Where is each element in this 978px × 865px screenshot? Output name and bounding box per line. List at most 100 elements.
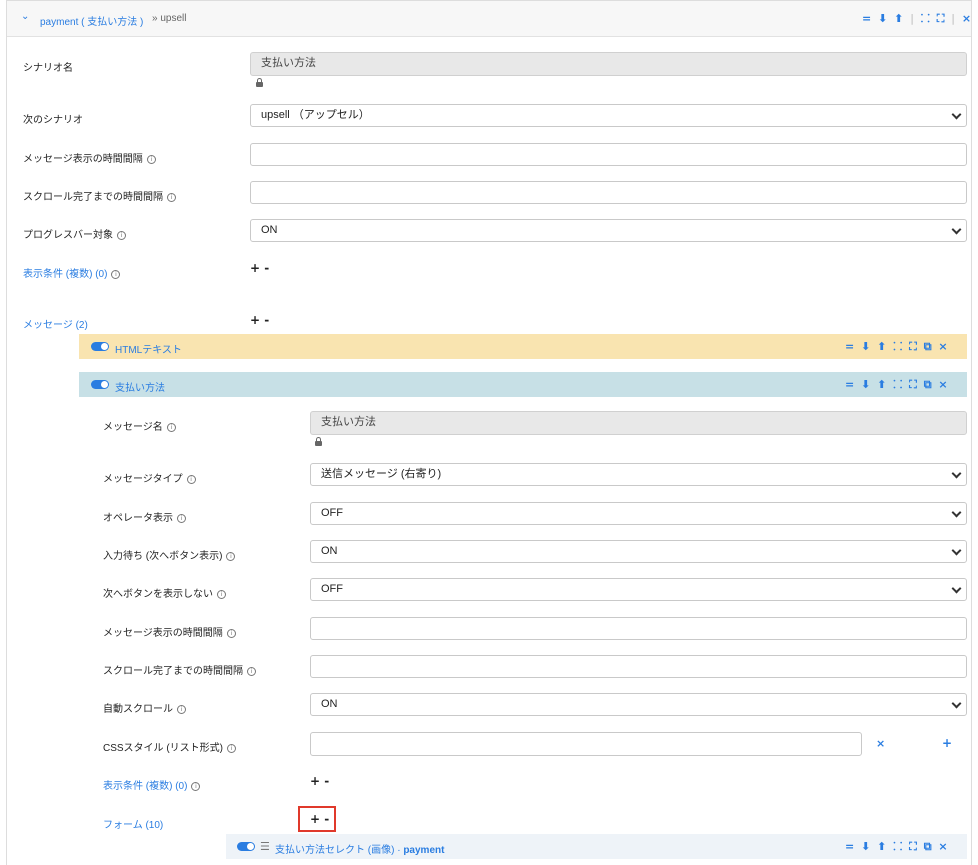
conditions-link[interactable]: 表示条件 (複数) (0) i <box>23 265 121 280</box>
info-icon: i <box>226 629 236 638</box>
message-bar-title[interactable]: HTMLテキスト <box>115 341 182 356</box>
info-icon: i <box>227 744 236 753</box>
move-up-icon[interactable]: ⬆ <box>877 840 886 853</box>
info-icon: i <box>146 155 156 164</box>
next-scenario-select[interactable]: upsell （アップセル） <box>250 104 967 127</box>
message-type-select[interactable]: 送信メッセージ (右寄り) <box>310 463 967 486</box>
lock-icon <box>256 78 263 87</box>
msg-conditions-add-remove[interactable]: + - <box>310 774 329 788</box>
form-bar-suffix[interactable]: payment <box>403 845 444 856</box>
css-input[interactable] <box>310 732 862 756</box>
msg-interval-label: メッセージ表示の時間間隔 i <box>103 624 236 639</box>
info-icon: i <box>167 193 176 202</box>
panel-title[interactable]: payment ( 支払い方法 ) <box>40 13 143 28</box>
close-icon[interactable]: × <box>938 840 947 853</box>
conditions-text[interactable]: 表示条件 (複数) (0) <box>23 269 107 280</box>
reorder-icon[interactable]: = <box>845 378 854 391</box>
info-icon: i <box>177 705 186 714</box>
hide-next-select[interactable]: OFF <box>310 578 967 601</box>
progress-label: プログレスバー対象 i <box>23 226 126 241</box>
hide-next-text: 次へボタンを表示しない <box>103 589 213 600</box>
message-name-text: メッセージ名 <box>103 422 163 433</box>
expand-icon[interactable]: ⛶ <box>909 340 917 353</box>
reorder-icon[interactable]: = <box>862 12 871 25</box>
next-scenario-label: 次のシナリオ <box>23 115 83 126</box>
msg-conditions-text[interactable]: 表示条件 (複数) (0) <box>103 781 187 792</box>
info-icon: i <box>226 552 236 561</box>
move-up-icon[interactable]: ⬆ <box>877 340 886 353</box>
copy-icon[interactable]: ⧉ <box>924 378 932 391</box>
messages-link[interactable]: メッセージ (2) <box>23 316 88 331</box>
toggle-switch[interactable] <box>91 380 109 389</box>
messages-add-remove[interactable]: + - <box>250 313 269 327</box>
scenario-name-field: 支払い方法 <box>250 52 967 76</box>
copy-icon[interactable]: ⧉ <box>924 340 932 353</box>
reorder-icon[interactable]: = <box>845 340 854 353</box>
progress-label-text: プログレスバー対象 <box>23 230 113 241</box>
msg-scroll-input[interactable] <box>310 655 967 678</box>
move-down-icon[interactable]: ⬇ <box>861 378 870 391</box>
bar-toolbar: = ⬇ ⬆ ⸬ ⛶ ⧉ × <box>842 839 948 854</box>
autoscroll-label: 自動スクロール i <box>103 700 186 715</box>
close-icon[interactable]: × <box>938 340 947 353</box>
close-icon[interactable]: × <box>938 378 947 391</box>
interval-label: メッセージ表示の時間間隔 i <box>23 150 156 165</box>
interval-input[interactable] <box>250 143 967 166</box>
collapse-icon[interactable]: ⸬ <box>921 12 930 25</box>
collapse-icon[interactable]: ⸬ <box>893 378 902 391</box>
copy-icon[interactable]: ⧉ <box>924 840 932 853</box>
form-bar[interactable]: ☰ 支払い方法セレクト (画像) · payment = ⬇ ⬆ ⸬ ⛶ ⧉ × <box>226 834 967 859</box>
expand-icon[interactable]: ⛶ <box>937 12 945 25</box>
panel-header: ⌄ payment ( 支払い方法 ) » upsell = ⬇ ⬆ | ⸬ ⛶… <box>7 1 971 37</box>
wait-select[interactable]: ON <box>310 540 967 563</box>
expand-icon[interactable]: ⛶ <box>909 378 917 391</box>
toggle-switch[interactable] <box>91 342 109 351</box>
add-css-icon[interactable]: + <box>942 736 952 750</box>
css-text: CSSスタイル (リスト形式) <box>103 743 223 754</box>
move-down-icon[interactable]: ⬇ <box>861 340 870 353</box>
toggle-switch[interactable] <box>237 842 255 851</box>
conditions-add-remove[interactable]: + - <box>250 261 269 275</box>
collapse-icon[interactable]: ⸬ <box>893 840 902 853</box>
msg-scroll-label: スクロール完了までの時間間隔 i <box>103 662 256 677</box>
move-up-icon[interactable]: ⬆ <box>894 12 903 25</box>
wait-text: 入力待ち (次へボタン表示) <box>103 551 223 562</box>
operator-text: オペレータ表示 <box>103 513 173 524</box>
wait-label: 入力待ち (次へボタン表示) i <box>103 547 236 562</box>
msg-interval-text: メッセージ表示の時間間隔 <box>103 628 223 639</box>
chevron-down-icon[interactable]: ⌄ <box>21 11 29 22</box>
move-down-icon[interactable]: ⬇ <box>861 840 870 853</box>
collapse-icon[interactable]: ⸬ <box>893 340 902 353</box>
breadcrumb: » upsell <box>152 13 187 24</box>
interval-label-text: メッセージ表示の時間間隔 <box>23 154 143 165</box>
msg-conditions-link[interactable]: 表示条件 (複数) (0) i <box>103 777 201 792</box>
hide-next-label: 次へボタンを表示しない i <box>103 585 226 600</box>
autoscroll-select[interactable]: ON <box>310 693 967 716</box>
expand-icon[interactable]: ⛶ <box>909 840 917 853</box>
close-icon[interactable]: × <box>962 12 971 25</box>
info-icon: i <box>177 514 186 523</box>
clear-icon[interactable]: × <box>876 737 885 750</box>
info-icon: i <box>166 423 176 432</box>
info-icon: i <box>247 667 256 676</box>
form-bar-title-text[interactable]: 支払い方法セレクト (画像) · <box>275 845 403 856</box>
move-up-icon[interactable]: ⬆ <box>877 378 886 391</box>
forms-link[interactable]: フォーム (10) <box>103 816 163 831</box>
scenario-name-label: シナリオ名 <box>23 63 73 74</box>
move-down-icon[interactable]: ⬇ <box>878 12 887 25</box>
message-name-label: メッセージ名 i <box>103 418 176 433</box>
divider: | <box>910 12 914 25</box>
msg-interval-input[interactable] <box>310 617 967 640</box>
message-bar-html[interactable]: HTMLテキスト = ⬇ ⬆ ⸬ ⛶ ⧉ × <box>79 334 967 359</box>
scroll-interval-input[interactable] <box>250 181 967 204</box>
message-bar-title[interactable]: 支払い方法 <box>115 379 165 394</box>
operator-select[interactable]: OFF <box>310 502 967 525</box>
header-toolbar: = ⬇ ⬆ | ⸬ ⛶ | × <box>859 11 971 26</box>
progress-select[interactable]: ON <box>250 219 967 242</box>
message-bar-payment[interactable]: 支払い方法 = ⬇ ⬆ ⸬ ⛶ ⧉ × <box>79 372 967 397</box>
bar-toolbar: = ⬇ ⬆ ⸬ ⛶ ⧉ × <box>842 377 948 392</box>
reorder-icon[interactable]: = <box>845 840 854 853</box>
autoscroll-text: 自動スクロール <box>103 704 173 715</box>
css-label: CSSスタイル (リスト形式) i <box>103 739 236 754</box>
form-bar-title[interactable]: 支払い方法セレクト (画像) · payment <box>275 841 444 856</box>
